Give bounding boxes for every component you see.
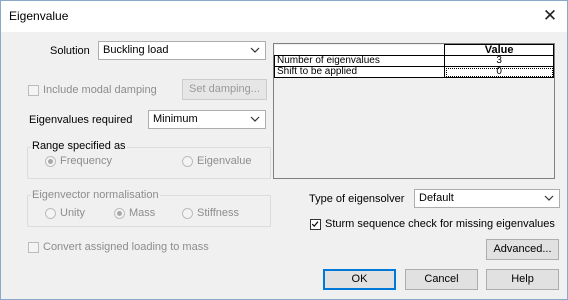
radio-stiffness-label: Stiffness (197, 207, 239, 219)
table-row[interactable]: Number of eigenvalues 3 (273, 55, 554, 67)
eigensolver-label: Type of eigensolver (309, 193, 405, 205)
eigenvalues-required-dropdown[interactable]: Minimum (148, 110, 266, 129)
radio-selected-dot (48, 159, 53, 164)
checkmark-icon (311, 221, 319, 227)
advanced-button[interactable]: Advanced... (486, 239, 559, 260)
solution-label: Solution (50, 45, 90, 57)
dialog-title: Eigenvalue (9, 9, 69, 23)
grid-row-value[interactable]: 0 (444, 66, 554, 78)
radio-unity[interactable] (45, 208, 56, 219)
range-group-title: Range specified as (31, 140, 127, 152)
eigensolver-value: Default (419, 192, 454, 204)
grid-corner (274, 44, 446, 56)
eigenvalues-required-value: Minimum (153, 113, 198, 125)
title-bar: Eigenvalue ✕ (1, 1, 567, 32)
grid-header-value: Value (444, 44, 554, 56)
radio-unity-label: Unity (60, 207, 86, 219)
close-icon: ✕ (542, 6, 558, 25)
sturm-label: Sturm sequence check for missing eigenva… (325, 218, 555, 230)
grid-row-name: Shift to be applied (273, 66, 446, 78)
radio-mass[interactable] (114, 208, 125, 219)
eigenvalue-dialog: Eigenvalue ✕ Solution Buckling load Incl… (0, 0, 568, 300)
radio-selected-dot (117, 211, 122, 216)
grid-row-value[interactable]: 3 (444, 55, 554, 67)
eigensolver-dropdown[interactable]: Default (414, 189, 560, 208)
set-damping-button[interactable]: Set damping... (182, 79, 267, 100)
radio-eigenvalue[interactable] (182, 156, 193, 167)
modal-damping-checkbox[interactable] (28, 85, 39, 96)
cancel-button[interactable]: Cancel (405, 269, 478, 290)
parameters-table: Value Number of eigenvalues 3 Shift to b… (273, 44, 554, 78)
chevron-down-icon (250, 47, 260, 53)
parameters-grid: Value Number of eigenvalues 3 Shift to b… (273, 43, 555, 179)
help-button[interactable]: Help (486, 269, 559, 290)
radio-eigenvalue-label: Eigenvalue (197, 155, 252, 167)
radio-mass-label: Mass (129, 207, 156, 219)
table-row[interactable]: Shift to be applied 0 (273, 66, 554, 78)
eigenvalues-required-label: Eigenvalues required (29, 114, 133, 126)
modal-damping-label: Include modal damping (43, 84, 157, 96)
solution-dropdown[interactable]: Buckling load (98, 41, 266, 60)
radio-frequency[interactable] (45, 156, 56, 167)
convert-loading-checkbox[interactable] (28, 242, 39, 253)
convert-loading-label: Convert assigned loading to mass (43, 241, 209, 253)
solution-value: Buckling load (103, 44, 169, 56)
grid-row-name: Number of eigenvalues (273, 55, 446, 67)
radio-stiffness[interactable] (182, 208, 193, 219)
ok-button[interactable]: OK (323, 269, 396, 290)
close-button[interactable]: ✕ (533, 1, 567, 32)
sturm-checkbox[interactable] (310, 219, 321, 230)
radio-frequency-label: Frequency (60, 155, 112, 167)
normalisation-group-legend: Eigenvector normalisation (31, 189, 160, 201)
chevron-down-icon (250, 116, 260, 122)
chevron-down-icon (544, 195, 554, 201)
